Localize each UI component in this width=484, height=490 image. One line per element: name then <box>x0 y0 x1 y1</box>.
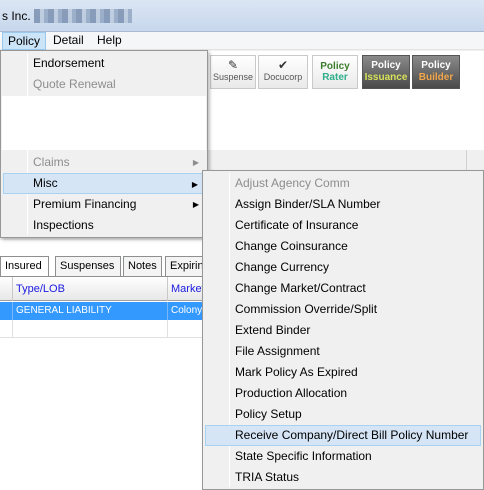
menu-bar: Policy Detail Help <box>0 32 484 50</box>
menu-item-inspections[interactable]: Inspections <box>3 215 205 236</box>
menu-policy[interactable]: Policy <box>2 32 47 50</box>
grid-cell-market: Colony <box>171 305 203 316</box>
menu-item-claims[interactable]: Claims ▶ <box>3 152 205 173</box>
policy-menu: Endorsement Quote Renewal Claims ▶ Misc … <box>0 50 208 238</box>
menu-item-policy-setup[interactable]: Policy Setup <box>205 404 481 425</box>
policy-issuance-top-label: Policy <box>371 60 401 71</box>
policy-rater-button[interactable]: Policy Rater <box>312 55 358 89</box>
docucorp-icon: ✔ <box>277 58 289 72</box>
menu-item-misc-label: Misc <box>33 176 58 190</box>
menu-item-change-coinsurance[interactable]: Change Coinsurance <box>205 236 481 257</box>
menu-item-certificate-of-insurance[interactable]: Certificate of Insurance <box>205 215 481 236</box>
misc-submenu: Adjust Agency Comm Assign Binder/SLA Num… <box>202 170 484 490</box>
policy-issuance-button[interactable]: Policy Issuance <box>362 55 410 89</box>
grid-cell-select <box>0 302 13 320</box>
menu-item-claims-label: Claims <box>33 155 70 169</box>
menu-item-quote-renewal[interactable]: Quote Renewal <box>3 74 205 95</box>
menu-item-endorsement[interactable]: Endorsement <box>3 53 205 74</box>
tab-notes[interactable]: Notes <box>123 256 162 276</box>
submenu-arrow-icon: ▶ <box>191 180 198 189</box>
menu-item-adjust-agency-comm[interactable]: Adjust Agency Comm <box>205 173 481 194</box>
redacted-title-text <box>34 9 132 23</box>
menu-item-premium-financing-label: Premium Financing <box>33 197 137 211</box>
tab-expiring[interactable]: Expirin <box>165 256 206 276</box>
policy-issuance-bottom-label: Issuance <box>364 72 408 83</box>
menu-item-file-assignment[interactable]: File Assignment <box>205 341 481 362</box>
menu-obscured-region <box>2 96 206 150</box>
grid-cell-empty <box>13 320 168 338</box>
menu-item-receive-company-direct-bill[interactable]: Receive Company/Direct Bill Policy Numbe… <box>205 425 481 446</box>
tab-insured[interactable]: Insured <box>0 256 49 276</box>
suspense-icon: ✎ <box>227 58 239 72</box>
policy-builder-bottom-label: Builder <box>418 72 454 83</box>
policy-rater-top-label: Policy <box>320 61 350 72</box>
grid-cell-empty <box>0 320 13 338</box>
menu-item-misc[interactable]: Misc ▶ <box>3 173 205 194</box>
table-row[interactable]: GENERAL LIABILITY Colony <box>0 302 206 320</box>
grid-header-select[interactable] <box>0 277 13 301</box>
menu-help[interactable]: Help <box>92 32 127 50</box>
suspense-button[interactable]: ✎ Suspense <box>210 55 256 89</box>
grid-header-market[interactable]: Market <box>168 277 206 301</box>
docucorp-label: Docucorp <box>263 72 303 82</box>
menu-item-tria-status[interactable]: TRIA Status <box>205 467 481 488</box>
menu-item-assign-binder-sla[interactable]: Assign Binder/SLA Number <box>205 194 481 215</box>
grid-header: Type/LOB Market <box>0 277 206 301</box>
grid-cell-type-lob: GENERAL LIABILITY <box>13 302 168 320</box>
menu-item-change-market-contract[interactable]: Change Market/Contract <box>205 278 481 299</box>
table-row-empty[interactable] <box>0 320 206 338</box>
menu-item-mark-policy-as-expired[interactable]: Mark Policy As Expired <box>205 362 481 383</box>
submenu-arrow-icon: ▶ <box>192 158 199 167</box>
menu-item-premium-financing[interactable]: Premium Financing ▶ <box>3 194 205 215</box>
title-bar: s Inc. <box>0 0 484 32</box>
policy-builder-top-label: Policy <box>421 60 451 71</box>
policy-builder-button[interactable]: Policy Builder <box>412 55 460 89</box>
menu-item-state-specific-information[interactable]: State Specific Information <box>205 446 481 467</box>
suspense-label: Suspense <box>212 72 254 82</box>
menu-item-change-currency[interactable]: Change Currency <box>205 257 481 278</box>
window-title: s Inc. <box>2 9 31 23</box>
submenu-arrow-icon: ▶ <box>192 200 199 209</box>
tab-suspenses[interactable]: Suspenses <box>55 256 121 276</box>
docucorp-button[interactable]: ✔ Docucorp <box>258 55 308 89</box>
menu-detail[interactable]: Detail <box>48 32 89 50</box>
menu-item-commission-override-split[interactable]: Commission Override/Split <box>205 299 481 320</box>
menu-item-extend-binder[interactable]: Extend Binder <box>205 320 481 341</box>
policy-rater-bottom-label: Rater <box>322 72 348 83</box>
menu-item-production-allocation[interactable]: Production Allocation <box>205 383 481 404</box>
grid-header-type-lob[interactable]: Type/LOB <box>13 277 168 301</box>
